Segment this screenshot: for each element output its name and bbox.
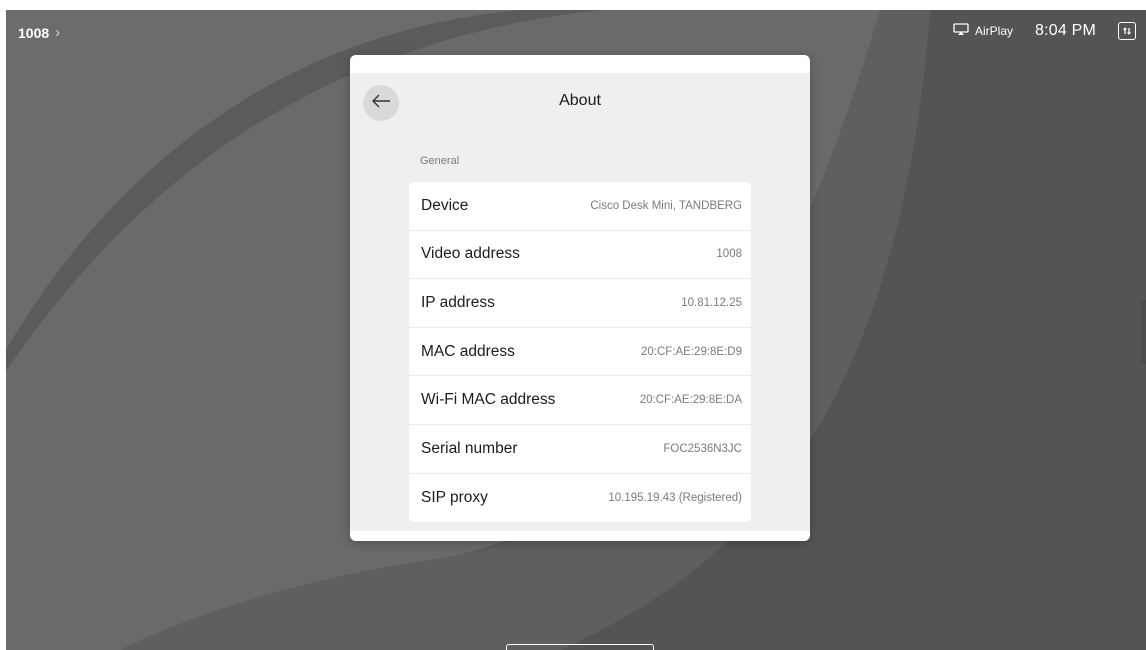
airplay-icon <box>953 23 969 39</box>
airplay-label: AirPlay <box>974 24 1013 38</box>
about-dialog: About General Device Cisco Desk Mini, TA… <box>350 55 810 541</box>
row-value: 20:CF:AE:29:8E:DA <box>639 394 742 407</box>
dialog-bottom-strip <box>350 531 810 541</box>
info-row-mac-address: MAC address 20:CF:AE:29:8E:D9 <box>409 328 751 377</box>
section-label-general: General <box>420 155 460 167</box>
info-row-wifi-mac-address: Wi-Fi MAC address 20:CF:AE:29:8E:DA <box>409 376 751 425</box>
home-screen: 1008 › AirPlay 8:04 PM About General Dev… <box>0 0 1146 650</box>
info-row-sip-proxy: SIP proxy 10.195.19.43 (Registered) <box>409 474 751 523</box>
device-number-button[interactable]: 1008 › <box>18 24 60 41</box>
top-frame <box>0 0 1146 10</box>
row-label: Device <box>421 196 469 214</box>
row-label: IP address <box>421 293 495 311</box>
row-value: FOC2536N3JC <box>663 442 742 455</box>
status-bar: AirPlay 8:04 PM <box>953 22 1136 40</box>
row-value: Cisco Desk Mini, TANDBERG <box>590 199 742 212</box>
row-value: 10.195.19.43 (Registered) <box>608 491 742 504</box>
left-frame <box>0 0 6 650</box>
clock: 8:04 PM <box>1035 22 1096 39</box>
airplay-button[interactable]: AirPlay <box>953 23 1013 39</box>
row-label: Serial number <box>421 439 518 457</box>
status-square-icon[interactable] <box>1118 22 1136 40</box>
row-value: 1008 <box>716 248 742 261</box>
chevron-right-icon: › <box>55 24 61 41</box>
row-label: SIP proxy <box>421 488 488 506</box>
info-row-video-address: Video address 1008 <box>409 231 751 280</box>
bottom-drawer-handle[interactable] <box>506 644 654 650</box>
dialog-top-strip <box>350 55 810 73</box>
info-list: Device Cisco Desk Mini, TANDBERG Video a… <box>409 182 751 523</box>
row-label: Video address <box>421 245 520 263</box>
row-value: 10.81.12.25 <box>681 296 742 309</box>
row-label: Wi-Fi MAC address <box>421 391 556 409</box>
dialog-title: About <box>559 92 601 109</box>
row-value: 20:CF:AE:29:8E:D9 <box>641 345 742 358</box>
side-panel-handle[interactable] <box>1141 300 1146 364</box>
info-row-ip-address: IP address 10.81.12.25 <box>409 279 751 328</box>
info-row-device: Device Cisco Desk Mini, TANDBERG <box>409 182 751 231</box>
info-row-serial-number: Serial number FOC2536N3JC <box>409 425 751 474</box>
row-label: MAC address <box>421 342 515 360</box>
device-number: 1008 <box>18 24 50 41</box>
